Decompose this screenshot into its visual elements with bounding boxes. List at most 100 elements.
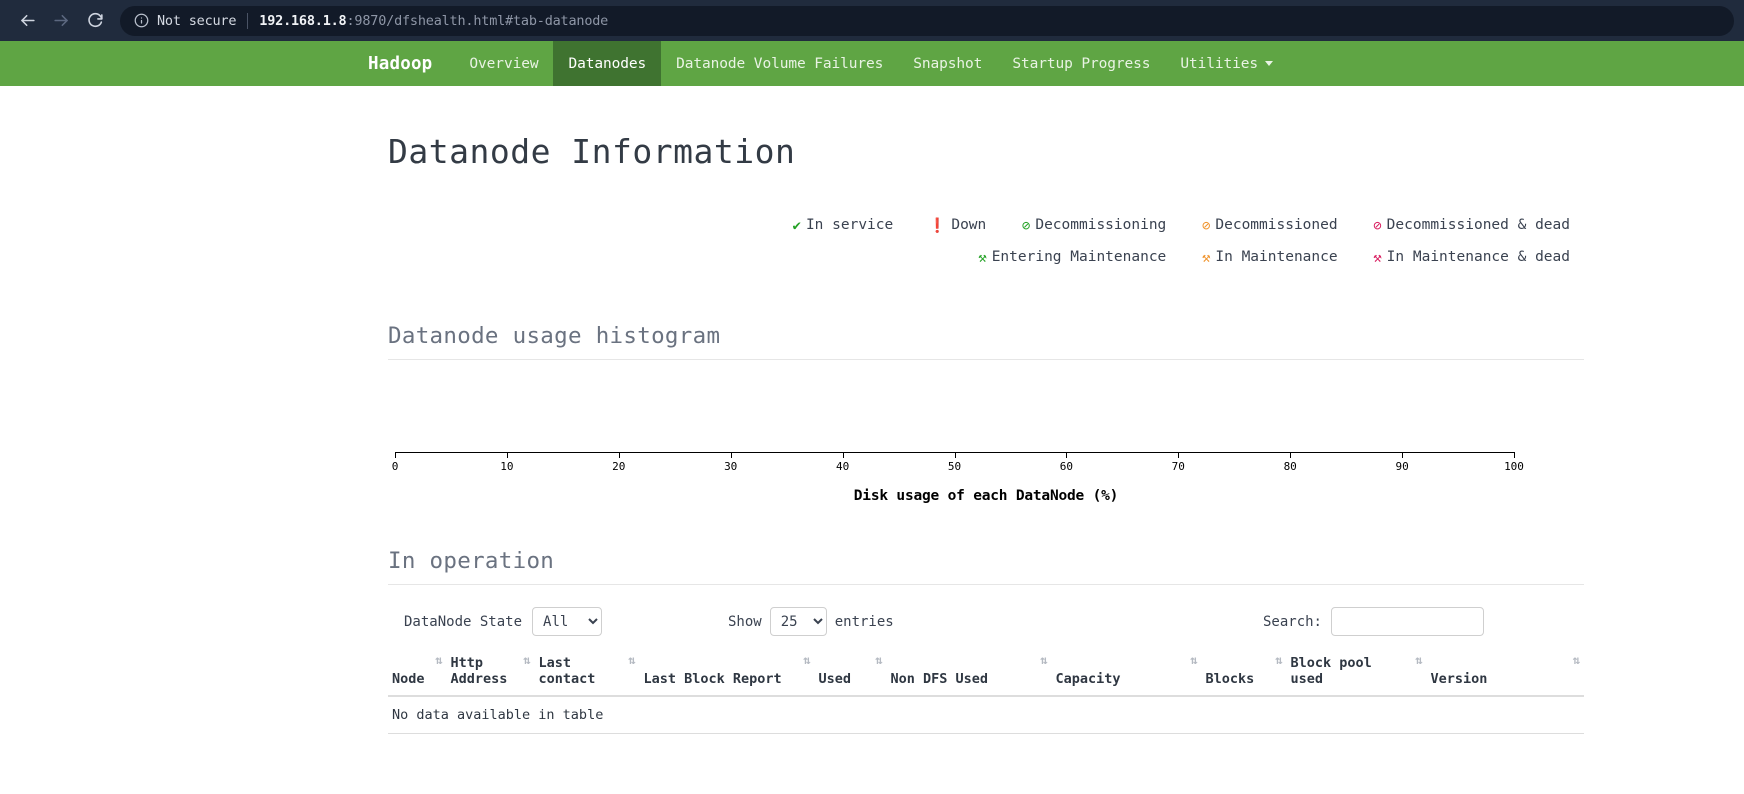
sort-icon[interactable]: ⇅: [435, 654, 442, 666]
url-text: 192.168.1.8:9870/dfshealth.html#tab-data…: [259, 13, 608, 29]
legend-label-in-maintenance-dead: In Maintenance & dead: [1386, 249, 1570, 265]
column-header-non-dfs-used[interactable]: Non DFS Used ⇅: [886, 649, 1052, 697]
legend-item-in-maintenance-dead: ⚒ In Maintenance & dead: [1373, 242, 1570, 273]
sort-icon[interactable]: ⇅: [1573, 654, 1580, 666]
legend-row-1: ✔ In service ❗ Down ⊘ Decommissioning ⊘ Deco…: [388, 209, 1570, 241]
table-empty-row: No data available in table: [388, 696, 1584, 734]
column-header-blocks[interactable]: Blocks ⇅: [1201, 649, 1287, 697]
axis-tick-label: 0: [391, 460, 399, 473]
legend-item-decommissioning: ⊘ Decommissioning: [1022, 210, 1166, 241]
entries-label: entries: [834, 613, 894, 630]
legend-item-decommissioned: ⊘ Decommissioned: [1202, 210, 1338, 241]
show-label: Show: [728, 613, 762, 630]
entries-select[interactable]: 25: [769, 607, 827, 636]
in-operation-divider: [388, 584, 1584, 585]
sort-icon[interactable]: ⇅: [875, 654, 882, 666]
legend-label-decommissioning: Decommissioning: [1035, 217, 1167, 233]
column-label-http-address: Http Address: [450, 655, 508, 687]
reload-button[interactable]: [78, 4, 112, 38]
axis-tick-label: 40: [835, 460, 850, 473]
column-header-http-address[interactable]: Http Address ⇅: [446, 649, 535, 697]
axis-tick: [1178, 452, 1180, 458]
legend-item-down: ❗ Down: [929, 210, 986, 241]
brand-hadoop[interactable]: Hadoop: [368, 41, 454, 86]
legend-item-entering-maintenance: ⚒ Entering Maintenance: [978, 242, 1166, 273]
axis-tick-label: 100: [1504, 460, 1524, 473]
nav-item-utilities[interactable]: Utilities: [1165, 41, 1288, 86]
legend-label-in-maintenance: In Maintenance: [1215, 249, 1338, 265]
axis-tick: [1514, 452, 1515, 458]
search-input[interactable]: [1331, 607, 1484, 636]
column-label-non-dfs-used: Non DFS Used: [890, 671, 989, 687]
column-header-used[interactable]: Used ⇅: [814, 649, 887, 697]
in-operation-title: In operation: [388, 548, 555, 574]
forward-arrow-icon: [53, 14, 68, 27]
nav-item-datanode-volume-failures[interactable]: Datanode Volume Failures: [661, 41, 898, 86]
axis-tick-label: 30: [724, 460, 738, 473]
column-header-last-block-report[interactable]: Last Block Report ⇅: [639, 649, 815, 697]
legend-label-decommissioned: Decommissioned: [1215, 217, 1338, 233]
datanodes-table: Node ⇅ Http Address ⇅ Last contact ⇅ Last B…: [388, 649, 1584, 734]
back-button[interactable]: [10, 4, 44, 38]
datanodes-table-body: No data available in table: [388, 696, 1584, 734]
column-header-last-contact[interactable]: Last contact ⇅: [534, 649, 640, 697]
axis-tick: [1066, 452, 1068, 458]
sort-icon[interactable]: ⇅: [523, 654, 530, 666]
security-status-label: Not secure: [157, 12, 237, 29]
axis-tick: [954, 452, 956, 458]
column-label-version: Version: [1430, 671, 1488, 687]
column-label-last-contact: Last contact: [538, 655, 596, 687]
column-header-block-pool-used[interactable]: Block pool used ⇅: [1286, 649, 1427, 697]
table-header-row: Node ⇅ Http Address ⇅ Last contact ⇅ Last B…: [388, 649, 1584, 697]
url-host: 192.168.1.8: [259, 12, 347, 29]
axis-tick-label: 80: [1283, 460, 1297, 473]
nav-item-datanodes[interactable]: Datanodes: [553, 41, 662, 86]
column-label-used: Used: [818, 671, 852, 687]
column-label-last-block-report: Last Block Report: [643, 671, 782, 687]
legend-label-in-service: In service: [805, 217, 894, 233]
axis-tick-label: 60: [1059, 460, 1074, 473]
datanode-state-filter: DataNode State All: [404, 607, 603, 636]
table-controls: DataNode State All Show 25 entries Searc…: [388, 599, 1584, 647]
datanode-state-select[interactable]: All: [532, 607, 603, 636]
info-circle-icon[interactable]: [134, 13, 149, 28]
nav-item-snapshot[interactable]: Snapshot: [898, 41, 997, 86]
hadoop-navbar: Hadoop Overview Datanodes Datanode Volum…: [0, 41, 1744, 86]
axis-tick-label: 20: [612, 460, 626, 473]
axis-tick: [1290, 452, 1292, 458]
column-header-capacity[interactable]: Capacity ⇅: [1051, 649, 1202, 697]
datanodes-table-head: Node ⇅ Http Address ⇅ Last contact ⇅ Last B…: [388, 649, 1584, 697]
table-search: Search:: [1263, 607, 1484, 636]
column-label-blocks: Blocks: [1205, 671, 1255, 687]
sort-icon[interactable]: ⇅: [1040, 654, 1047, 666]
legend-label-entering-maintenance: Entering Maintenance: [991, 249, 1167, 265]
nav-item-overview[interactable]: Overview: [454, 41, 553, 86]
chevron-down-icon: [1265, 61, 1274, 66]
sort-icon[interactable]: ⇅: [803, 654, 810, 666]
browser-chrome: Not secure 192.168.1.8:9870/dfshealth.ht…: [0, 0, 1744, 41]
omnibox-divider: [247, 12, 249, 29]
column-header-version[interactable]: Version ⇅: [1426, 649, 1584, 697]
axis-tick-label: 70: [1171, 460, 1185, 473]
sort-icon[interactable]: ⇅: [1415, 654, 1422, 666]
page-content: Datanode Information ✔ In service ❗ Down ⊘…: [0, 132, 1744, 734]
forward-button[interactable]: [44, 4, 78, 38]
sort-icon[interactable]: ⇅: [1275, 654, 1282, 666]
empty-message: No data available in table: [388, 696, 1584, 734]
axis-tick: [395, 452, 396, 458]
ban-icon: ⊘: [1021, 218, 1031, 234]
sort-icon[interactable]: ⇅: [628, 654, 635, 666]
address-bar[interactable]: Not secure 192.168.1.8:9870/dfshealth.ht…: [120, 5, 1734, 36]
histogram-section-title: Datanode usage histogram: [388, 323, 721, 349]
page-title: Datanode Information: [388, 132, 796, 171]
url-path: :9870/dfshealth.html#tab-datanode: [346, 12, 609, 29]
sort-icon[interactable]: ⇅: [1190, 654, 1197, 666]
legend-row-2: ⚒ Entering Maintenance ⚒ In Maintenance ⚒ I…: [388, 241, 1570, 273]
column-label-block-pool-used: Block pool used: [1290, 655, 1372, 687]
nav-item-startup-progress[interactable]: Startup Progress: [997, 41, 1165, 86]
wrench-icon: ⚒: [1201, 250, 1211, 266]
datanode-state-legend: ✔ In service ❗ Down ⊘ Decommissioning ⊘ Deco…: [388, 209, 1584, 273]
column-header-node[interactable]: Node ⇅: [388, 649, 447, 697]
axis-tick: [730, 452, 732, 458]
legend-item-decommissioned-dead: ⊘ Decommissioned & dead: [1373, 210, 1570, 241]
